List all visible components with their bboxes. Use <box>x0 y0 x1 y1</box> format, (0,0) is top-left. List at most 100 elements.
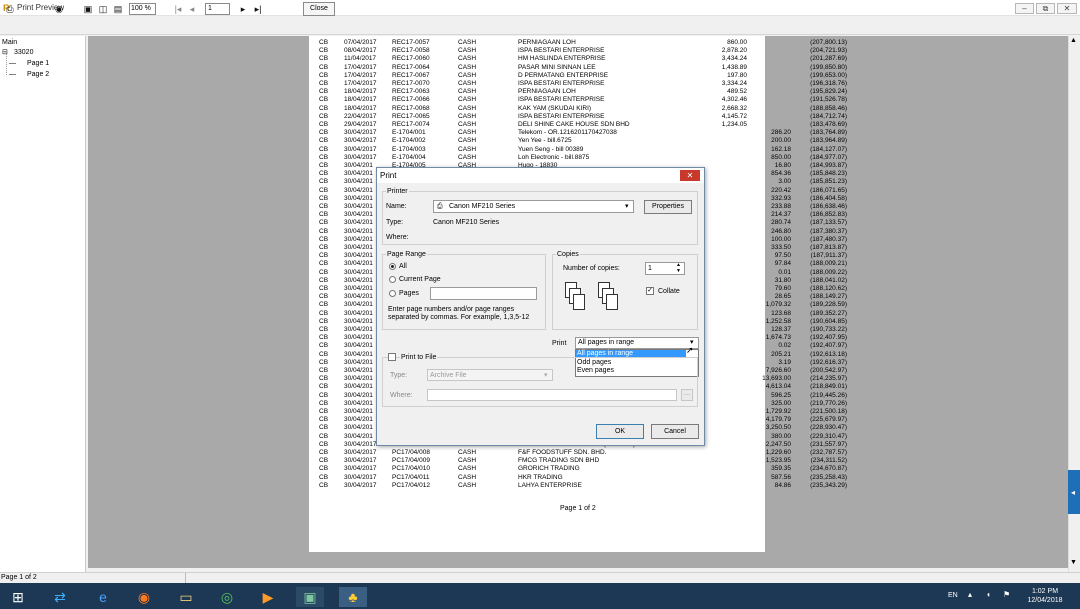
close-preview-button[interactable]: Close <box>303 2 335 16</box>
cell-journal: CB <box>319 244 329 251</box>
tree-page-1[interactable]: Page 1 <box>27 59 49 68</box>
cell-journal: CB <box>319 465 329 473</box>
cell-journal: CB <box>319 137 329 145</box>
chrome-icon[interactable]: ◎ <box>213 587 241 607</box>
start-button-icon[interactable]: ⊞ <box>4 587 32 607</box>
print-to-file-label: Print to File <box>400 353 438 362</box>
file-where-input[interactable] <box>427 389 677 401</box>
pages-radio[interactable] <box>389 290 396 297</box>
cell-balance: (187,133.57) <box>810 219 847 227</box>
firefox-icon[interactable]: ◉ <box>130 587 158 607</box>
two-pages-icon[interactable]: ◫ <box>98 3 108 16</box>
last-page-icon[interactable]: ▸| <box>252 3 264 16</box>
cell-balance: (219,445.26) <box>810 391 847 399</box>
explorer-icon[interactable]: ▭ <box>172 587 200 607</box>
cell-journal: CB <box>319 71 329 79</box>
page-number-input[interactable]: 1 <box>205 3 230 15</box>
cell-balance: (235,258.43) <box>810 473 847 481</box>
cell-journal: CB <box>319 358 329 366</box>
cell-credit: 1,252.58 <box>765 317 791 325</box>
tree-node[interactable]: 33020 <box>14 48 33 57</box>
cell-balance: (199,850.80) <box>810 63 847 71</box>
cell-date: 29/04/2017 <box>344 121 377 128</box>
cell-balance: (186,071.65) <box>810 186 847 194</box>
cell-credit: 596.25 <box>771 391 791 399</box>
cell-ref: PC17/04/010 <box>392 465 430 473</box>
cell-balance: (228,930.47) <box>810 424 847 432</box>
media-player-icon[interactable]: ▶ <box>254 587 282 607</box>
file-type-dropdown-icon[interactable]: ▾ <box>544 371 548 380</box>
cell-credit: 100.00 <box>771 235 791 243</box>
cell-date: 17/04/2017 <box>344 80 377 87</box>
collate-checkbox[interactable]: ✓ <box>646 287 654 295</box>
ie-icon[interactable]: e <box>89 587 117 607</box>
cell-date: 30/04/2017 <box>344 137 377 145</box>
window-close-button[interactable]: ✕ <box>1057 3 1077 14</box>
clock[interactable]: 1:02 PM 12/04/2018 <box>1022 587 1068 605</box>
flag-icon[interactable]: ⚑ <box>1003 590 1010 599</box>
cell-date: 30/04/2017 <box>344 457 377 465</box>
active-app-icon[interactable]: ♣ <box>339 587 367 607</box>
cell-credit: 854.36 <box>771 170 791 178</box>
app-taskbar-icon[interactable]: ▣ <box>296 587 324 607</box>
printer-name-label: Name: <box>386 203 407 210</box>
cell-journal: CB <box>319 416 329 424</box>
cell-ref: REC17-0065 <box>392 112 430 120</box>
minimize-button[interactable]: – <box>1015 3 1034 14</box>
current-page-radio[interactable] <box>389 276 396 283</box>
all-radio[interactable] <box>389 263 396 270</box>
language-indicator[interactable]: EN <box>948 591 958 600</box>
cell-balance: (187,380.37) <box>810 227 847 235</box>
cell-description: ISPA BESTARI ENTERPRISE <box>518 80 605 87</box>
zoom-field[interactable]: 100 % <box>129 3 156 15</box>
volume-icon[interactable]: ◖ <box>986 590 991 599</box>
cell-journal: CB <box>319 334 329 342</box>
multi-page-icon[interactable]: ▤ <box>113 3 123 16</box>
tray-arrow-icon[interactable]: ▴ <box>968 590 972 599</box>
next-page-icon[interactable]: ▸ <box>238 3 248 16</box>
cell-journal: CB <box>319 104 329 112</box>
pages-input[interactable] <box>430 287 537 300</box>
print-icon[interactable]: ⎙ <box>3 3 17 16</box>
first-page-icon[interactable]: |◂ <box>173 3 183 16</box>
cell-journal: CB <box>319 375 329 383</box>
cell-balance: (232,787.57) <box>810 449 847 456</box>
cell-ref: REC17-0058 <box>392 47 430 55</box>
single-page-icon[interactable]: ▣ <box>83 3 93 16</box>
tree-root[interactable]: Main <box>2 38 17 47</box>
cell-debit: 4,145.72 <box>721 112 747 120</box>
collate-illustration-2 <box>598 282 624 318</box>
scroll-down-icon[interactable]: ▼ <box>1070 559 1077 566</box>
printer-dropdown-icon[interactable]: ▾ <box>625 202 629 211</box>
cell-date: 22/04/2017 <box>344 112 377 120</box>
print-to-file-checkbox[interactable] <box>388 353 396 361</box>
properties-button[interactable]: Properties <box>644 200 692 214</box>
ok-button[interactable]: OK <box>596 424 644 439</box>
page-range-label: Page Range <box>386 250 427 259</box>
cell-date: 11/04/2017 <box>344 55 377 63</box>
cell-credit: 3.00 <box>778 178 791 186</box>
cell-journal: CB <box>319 162 329 169</box>
tree-page-2[interactable]: Page 2 <box>27 70 49 79</box>
teamviewer-icon[interactable]: ⇄ <box>46 587 74 607</box>
cell-ref: E-1704/002 <box>392 137 426 145</box>
cell-credit: 13,693.00 <box>762 375 791 383</box>
browse-button[interactable]: … <box>681 389 693 401</box>
cell-balance: (188,009.21) <box>810 260 847 268</box>
copies-spinner-icon[interactable]: ▲ ▼ <box>676 262 681 274</box>
prev-page-icon[interactable]: ◂ <box>187 3 197 16</box>
cancel-button[interactable]: Cancel <box>651 424 699 439</box>
cell-date: 30/04/2017 <box>344 153 377 161</box>
dialog-close-button[interactable]: ✕ <box>680 170 700 181</box>
scroll-up-icon[interactable]: ▲ <box>1070 37 1077 44</box>
printer-icon: ⎙ <box>437 203 443 210</box>
maximize-button[interactable]: ⧉ <box>1036 3 1055 14</box>
report-footer: Page 1 of 2 <box>560 505 596 512</box>
status-divider <box>185 573 186 583</box>
cell-debit: 1,438.89 <box>721 63 747 71</box>
cell-mode: CASH <box>458 121 477 128</box>
printer-name-value: Canon MF210 Series <box>449 203 516 210</box>
cell-date: 30/04/2017 <box>344 145 377 153</box>
binoculars-icon[interactable]: ◉ <box>52 3 66 16</box>
dialog-title: Print <box>380 171 397 180</box>
